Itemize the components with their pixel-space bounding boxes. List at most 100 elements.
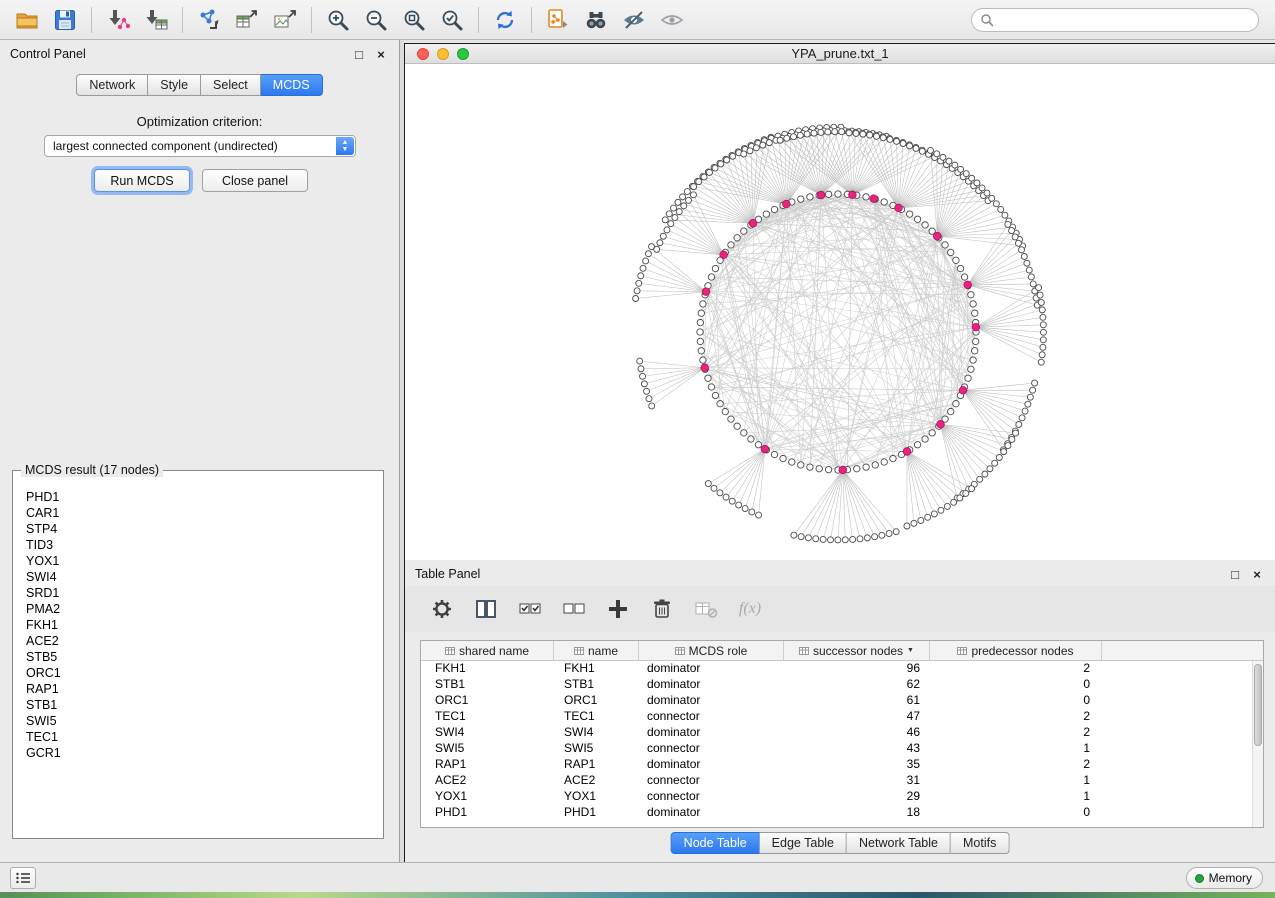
mcds-result-item[interactable]: TEC1 xyxy=(26,729,380,745)
zoom-out-button[interactable] xyxy=(357,4,395,36)
export-table-button[interactable] xyxy=(228,4,266,36)
import-table-button[interactable] xyxy=(137,4,175,36)
mcds-result-list[interactable]: PHD1CAR1STP4TID3YOX1SWI4SRD1PMA2FKH1ACE2… xyxy=(16,485,380,835)
export-image-button[interactable] xyxy=(266,4,304,36)
search-input[interactable] xyxy=(994,11,1258,29)
add-row-button[interactable] xyxy=(605,596,631,622)
table-cell: 46 xyxy=(784,725,930,741)
publish-network-button[interactable] xyxy=(539,4,577,36)
close-panel-button[interactable]: Close panel xyxy=(202,169,308,192)
table-row[interactable]: ORC1ORC1dominator610 xyxy=(421,693,1263,709)
tab-network[interactable]: Network xyxy=(76,74,148,96)
column-header-successor-nodes[interactable]: successor nodes ▼ xyxy=(784,641,930,660)
memory-button[interactable]: Memory xyxy=(1186,867,1263,889)
table-cell: FKH1 xyxy=(421,661,554,677)
export-network-button[interactable] xyxy=(190,4,228,36)
global-search[interactable] xyxy=(971,8,1259,32)
close-panel-icon[interactable]: × xyxy=(1249,567,1265,582)
column-header-mcds-role[interactable]: MCDS role xyxy=(639,641,784,660)
mcds-result-item[interactable]: STB1 xyxy=(26,697,380,713)
import-network-button[interactable] xyxy=(99,4,137,36)
table-cell: ACE2 xyxy=(554,773,639,789)
network-canvas[interactable] xyxy=(405,64,1274,559)
table-cell: connector xyxy=(639,773,784,789)
deselect-all-button[interactable] xyxy=(561,596,587,622)
function-builder-button[interactable]: f(x) xyxy=(737,596,763,622)
table-row[interactable]: FKH1FKH1dominator962 xyxy=(421,661,1263,677)
mcds-result-item[interactable]: ORC1 xyxy=(26,665,380,681)
zoom-out-icon xyxy=(363,7,389,33)
mcds-result-item[interactable]: ACE2 xyxy=(26,633,380,649)
search-network-button[interactable] xyxy=(577,4,615,36)
table-cell: dominator xyxy=(639,693,784,709)
mcds-result-item[interactable]: STB5 xyxy=(26,649,380,665)
publish-document-icon xyxy=(545,7,571,33)
show-hide-panel-button[interactable] xyxy=(653,4,691,36)
table-panel: Table Panel □ × xyxy=(404,560,1275,862)
table-cell: 1 xyxy=(930,741,1102,757)
run-mcds-button[interactable]: Run MCDS xyxy=(94,169,190,192)
mcds-result-item[interactable]: RAP1 xyxy=(26,681,380,697)
zoom-fit-button[interactable] xyxy=(395,4,433,36)
float-panel-icon[interactable]: □ xyxy=(1227,567,1243,582)
delete-row-button[interactable] xyxy=(649,596,675,622)
table-scrollbar-thumb[interactable] xyxy=(1254,664,1262,746)
table-settings-button[interactable] xyxy=(429,596,455,622)
network-title: YPA_prune.txt_1 xyxy=(405,46,1275,61)
table-scrollbar[interactable] xyxy=(1252,661,1263,827)
tab-mcds[interactable]: MCDS xyxy=(261,74,323,96)
table-cell: 0 xyxy=(930,677,1102,693)
table-row[interactable]: TEC1TEC1connector472 xyxy=(421,709,1263,725)
open-session-button[interactable] xyxy=(8,4,46,36)
select-all-button[interactable] xyxy=(517,596,543,622)
tab-edge-table[interactable]: Edge Table xyxy=(760,832,847,854)
table-row[interactable]: PHD1PHD1dominator180 xyxy=(421,805,1263,821)
mcds-result-item[interactable]: PMA2 xyxy=(26,601,380,617)
mcds-result-item[interactable]: SRD1 xyxy=(26,585,380,601)
tab-node-table[interactable]: Node Table xyxy=(671,832,760,854)
mcds-result-item[interactable]: FKH1 xyxy=(26,617,380,633)
tab-network-table[interactable]: Network Table xyxy=(847,832,951,854)
network-titlebar[interactable]: YPA_prune.txt_1 xyxy=(405,44,1275,64)
mcds-result-item[interactable]: TID3 xyxy=(26,537,380,553)
float-panel-icon[interactable]: □ xyxy=(351,47,367,62)
table-cell: YOX1 xyxy=(554,789,639,805)
zoom-selected-button[interactable] xyxy=(433,4,471,36)
mcds-result-item[interactable]: STP4 xyxy=(26,521,380,537)
column-header-name[interactable]: name xyxy=(554,641,639,660)
mcds-result-item[interactable]: YOX1 xyxy=(26,553,380,569)
table-row[interactable]: STB1STB1dominator620 xyxy=(421,677,1263,693)
table-row[interactable]: SWI4SWI4dominator462 xyxy=(421,725,1263,741)
table-row[interactable]: ACE2ACE2connector311 xyxy=(421,773,1263,789)
apply-layout-button[interactable] xyxy=(486,4,524,36)
tab-select[interactable]: Select xyxy=(201,74,261,96)
mcds-result-item[interactable]: CAR1 xyxy=(26,505,380,521)
mcds-result-item[interactable]: SWI4 xyxy=(26,569,380,585)
column-header-shared-name[interactable]: shared name xyxy=(421,641,554,660)
clear-table-button[interactable] xyxy=(693,596,719,622)
column-header-predecessor-nodes[interactable]: predecessor nodes xyxy=(930,641,1102,660)
mcds-result-item[interactable]: PHD1 xyxy=(26,489,380,505)
toggle-annotations-button[interactable] xyxy=(615,4,653,36)
task-history-button[interactable] xyxy=(10,867,36,889)
toolbar-separator xyxy=(311,7,312,33)
close-panel-icon[interactable]: × xyxy=(373,47,389,62)
table-cell: ORC1 xyxy=(421,693,554,709)
tab-style[interactable]: Style xyxy=(148,74,201,96)
table-cell: 61 xyxy=(784,693,930,709)
optimization-criterion-dropdown[interactable]: largest connected component (undirected)… xyxy=(44,135,356,157)
table-cell: 29 xyxy=(784,789,930,805)
memory-status-icon xyxy=(1195,874,1204,883)
table-row[interactable]: SWI5SWI5connector431 xyxy=(421,741,1263,757)
table-row[interactable]: RAP1RAP1dominator352 xyxy=(421,757,1263,773)
tab-motifs[interactable]: Motifs xyxy=(951,832,1009,854)
mcds-result-item[interactable]: GCR1 xyxy=(26,745,380,761)
mcds-result-item[interactable]: SWI5 xyxy=(26,713,380,729)
table-cell: 18 xyxy=(784,805,930,821)
save-session-button[interactable] xyxy=(46,4,84,36)
table-row[interactable]: YOX1YOX1connector291 xyxy=(421,789,1263,805)
application-window: Control Panel □ × Network Style Select M… xyxy=(0,0,1275,892)
zoom-in-button[interactable] xyxy=(319,4,357,36)
show-columns-button[interactable] xyxy=(473,596,499,622)
open-folder-icon xyxy=(14,7,40,33)
